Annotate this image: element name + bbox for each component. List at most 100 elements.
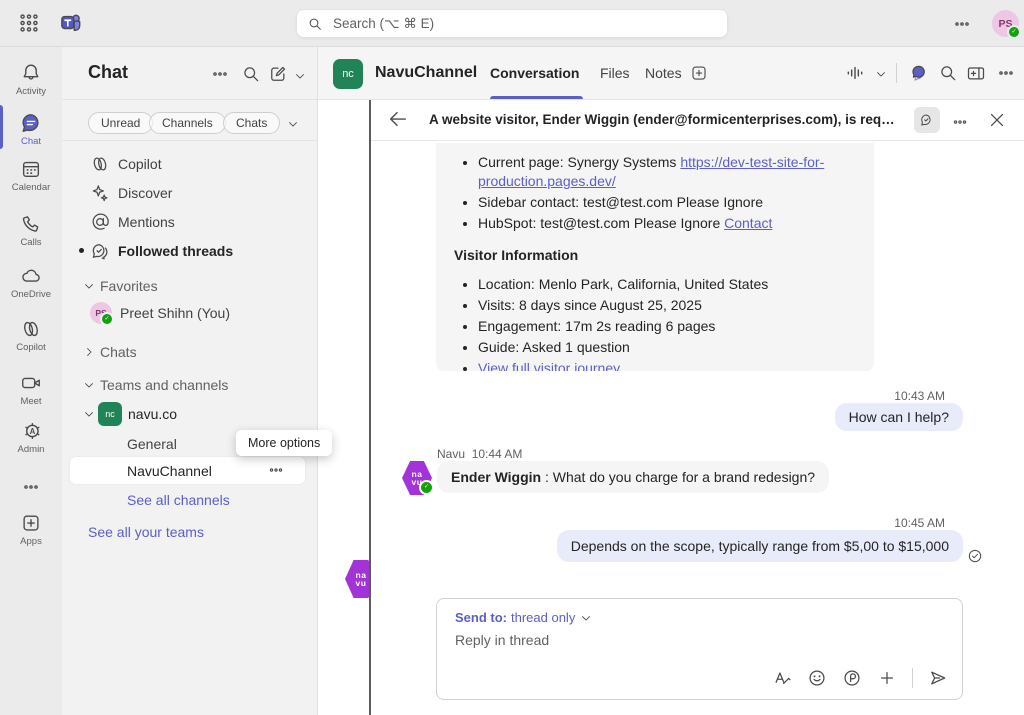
filter-pill-channels[interactable]: Channels <box>149 112 226 134</box>
rail-item-activity[interactable]: Activity <box>0 62 62 97</box>
item-label: Followed threads <box>118 243 233 259</box>
channel-avatar[interactable]: nc <box>333 59 363 89</box>
svg-text:A: A <box>30 427 36 436</box>
sidebar-item-followed-threads[interactable]: Followed threads <box>62 236 317 265</box>
attach-plus-icon[interactable] <box>877 668 897 688</box>
rail-item-apps[interactable]: Apps <box>0 512 62 547</box>
chevron-down-icon[interactable] <box>82 407 96 421</box>
message-meta: Navu 10:44 AM <box>437 447 522 461</box>
incoming-message-bubble[interactable]: Ender Wiggin : What do you charge for a … <box>437 461 829 493</box>
rail-item-calls[interactable]: Calls <box>0 213 62 248</box>
chevron-down-icon <box>579 611 593 625</box>
channel-more-icon[interactable] <box>267 461 285 479</box>
search-input[interactable] <box>331 15 717 32</box>
back-arrow-icon[interactable] <box>387 108 409 130</box>
teams-logo-icon <box>60 12 82 34</box>
rail-label: Chat <box>21 136 41 147</box>
huddle-waveform-icon[interactable] <box>845 63 865 83</box>
channel-title[interactable]: NavuChannel <box>375 47 477 99</box>
section-label: Chats <box>100 344 137 360</box>
filter-pill-chats[interactable]: Chats <box>223 112 280 134</box>
tab-notes[interactable]: Notes <box>645 47 682 99</box>
visitor-journey-link[interactable]: View full visitor journey <box>478 360 620 371</box>
profile-avatar[interactable]: PS ✓ <box>992 10 1019 37</box>
item-label: Discover <box>118 185 172 201</box>
send-to-selector[interactable]: Send to: thread only <box>455 610 593 625</box>
open-in-pane-icon[interactable] <box>966 63 986 83</box>
tab-conversation[interactable]: Conversation <box>490 47 579 99</box>
channel-more-icon[interactable] <box>996 63 1016 83</box>
thread-header: A website visitor, Ender Wiggin (ender@f… <box>371 100 1024 141</box>
outgoing-message-bubble[interactable]: How can I help? <box>835 403 963 431</box>
presence-available-badge: ✓ <box>1007 25 1021 39</box>
rail-item-admin[interactable]: A Admin <box>0 420 62 455</box>
rail-label: Admin <box>18 444 45 455</box>
rail-label: Meet <box>20 396 41 407</box>
section-label: Favorites <box>100 278 158 294</box>
chevron-down-icon <box>82 378 96 392</box>
chat-search-icon[interactable] <box>241 64 261 84</box>
filters-chevron-down-icon[interactable] <box>286 117 300 131</box>
rail-item-copilot[interactable]: Copilot <box>0 318 62 353</box>
list-item: View full visitor journey <box>478 359 856 371</box>
rail-item-chat[interactable]: Chat <box>0 112 62 147</box>
apps-plus-icon <box>20 512 42 534</box>
visitor-information-heading: Visitor Information <box>454 246 856 265</box>
thread-title: A website visitor, Ender Wiggin (ender@f… <box>429 100 899 140</box>
presence-available-badge: ✓ <box>419 480 434 495</box>
chat-bubble-filled-icon <box>20 112 42 134</box>
team-row-navu[interactable]: nc navu.co <box>62 399 317 429</box>
item-label: Copilot <box>118 156 162 172</box>
cloud-icon <box>20 265 42 287</box>
app-rail: Activity Chat Calendar Calls OneDrive Co… <box>0 47 62 715</box>
tab-files[interactable]: Files <box>600 47 630 99</box>
sidebar-item-discover[interactable]: Discover <box>62 178 317 207</box>
visitor-message-card: Current page: Synergy Systems https://de… <box>436 143 874 371</box>
search-conversation-icon[interactable] <box>938 63 958 83</box>
top-bar: PS ✓ <box>0 0 1024 47</box>
rail-item-calendar[interactable]: Calendar <box>0 158 62 193</box>
loop-icon[interactable] <box>842 668 862 688</box>
app-launcher-waffle-icon[interactable] <box>18 12 40 34</box>
section-teams-and-channels[interactable]: Teams and channels <box>62 374 317 396</box>
favorite-chat-preet[interactable]: PS✓ Preet Shihn (You) <box>62 298 317 328</box>
outgoing-message-bubble[interactable]: Depends on the scope, typically range fr… <box>557 530 963 562</box>
contact-link[interactable]: Contact <box>724 215 772 231</box>
sidebar-item-mentions[interactable]: Mentions <box>62 207 317 236</box>
new-chat-chevron-down-icon[interactable] <box>293 69 307 83</box>
team-name: navu.co <box>128 406 177 422</box>
format-icon[interactable] <box>772 668 792 688</box>
thread-more-icon[interactable] <box>951 113 969 131</box>
thread-panel: A website visitor, Ender Wiggin (ender@f… <box>369 100 1024 715</box>
new-chat-icon[interactable] <box>268 64 288 84</box>
section-favorites[interactable]: Favorites <box>62 275 317 297</box>
huddle-chevron-down-icon[interactable] <box>874 67 888 81</box>
emoji-icon[interactable] <box>807 668 827 688</box>
chevron-right-icon <box>82 345 96 359</box>
sidebar-item-copilot[interactable]: Copilot <box>62 149 317 178</box>
reply-input[interactable]: Reply in thread <box>455 632 944 662</box>
see-all-teams-link[interactable]: See all your teams <box>88 524 204 540</box>
chat-bubble-filled-icon[interactable] <box>908 63 928 83</box>
list-item: Location: Menlo Park, California, United… <box>478 275 856 294</box>
rail-label: Calendar <box>12 182 51 193</box>
followed-thread-toggle[interactable] <box>914 107 940 133</box>
rail-item-onedrive[interactable]: OneDrive <box>0 265 62 300</box>
section-chats[interactable]: Chats <box>62 341 317 363</box>
chat-filter-more-icon[interactable] <box>210 64 230 84</box>
phone-icon <box>20 213 42 235</box>
add-tab-icon[interactable] <box>690 64 708 82</box>
divider <box>912 668 913 688</box>
copilot-icon <box>20 318 42 340</box>
visitor-context-list: Current page: Synergy Systems https://de… <box>462 153 856 233</box>
channel-row-navuchannel[interactable]: NavuChannel <box>62 457 317 484</box>
filter-pill-unread[interactable]: Unread <box>88 112 153 134</box>
rail-more-button[interactable] <box>0 477 62 497</box>
titlebar-more-icon[interactable] <box>952 14 972 34</box>
sent-check-icon <box>967 548 983 564</box>
close-icon[interactable] <box>987 110 1007 130</box>
see-all-channels-link[interactable]: See all channels <box>127 492 230 508</box>
divider <box>896 63 897 83</box>
send-icon[interactable] <box>928 668 948 688</box>
rail-item-meet[interactable]: Meet <box>0 372 62 407</box>
